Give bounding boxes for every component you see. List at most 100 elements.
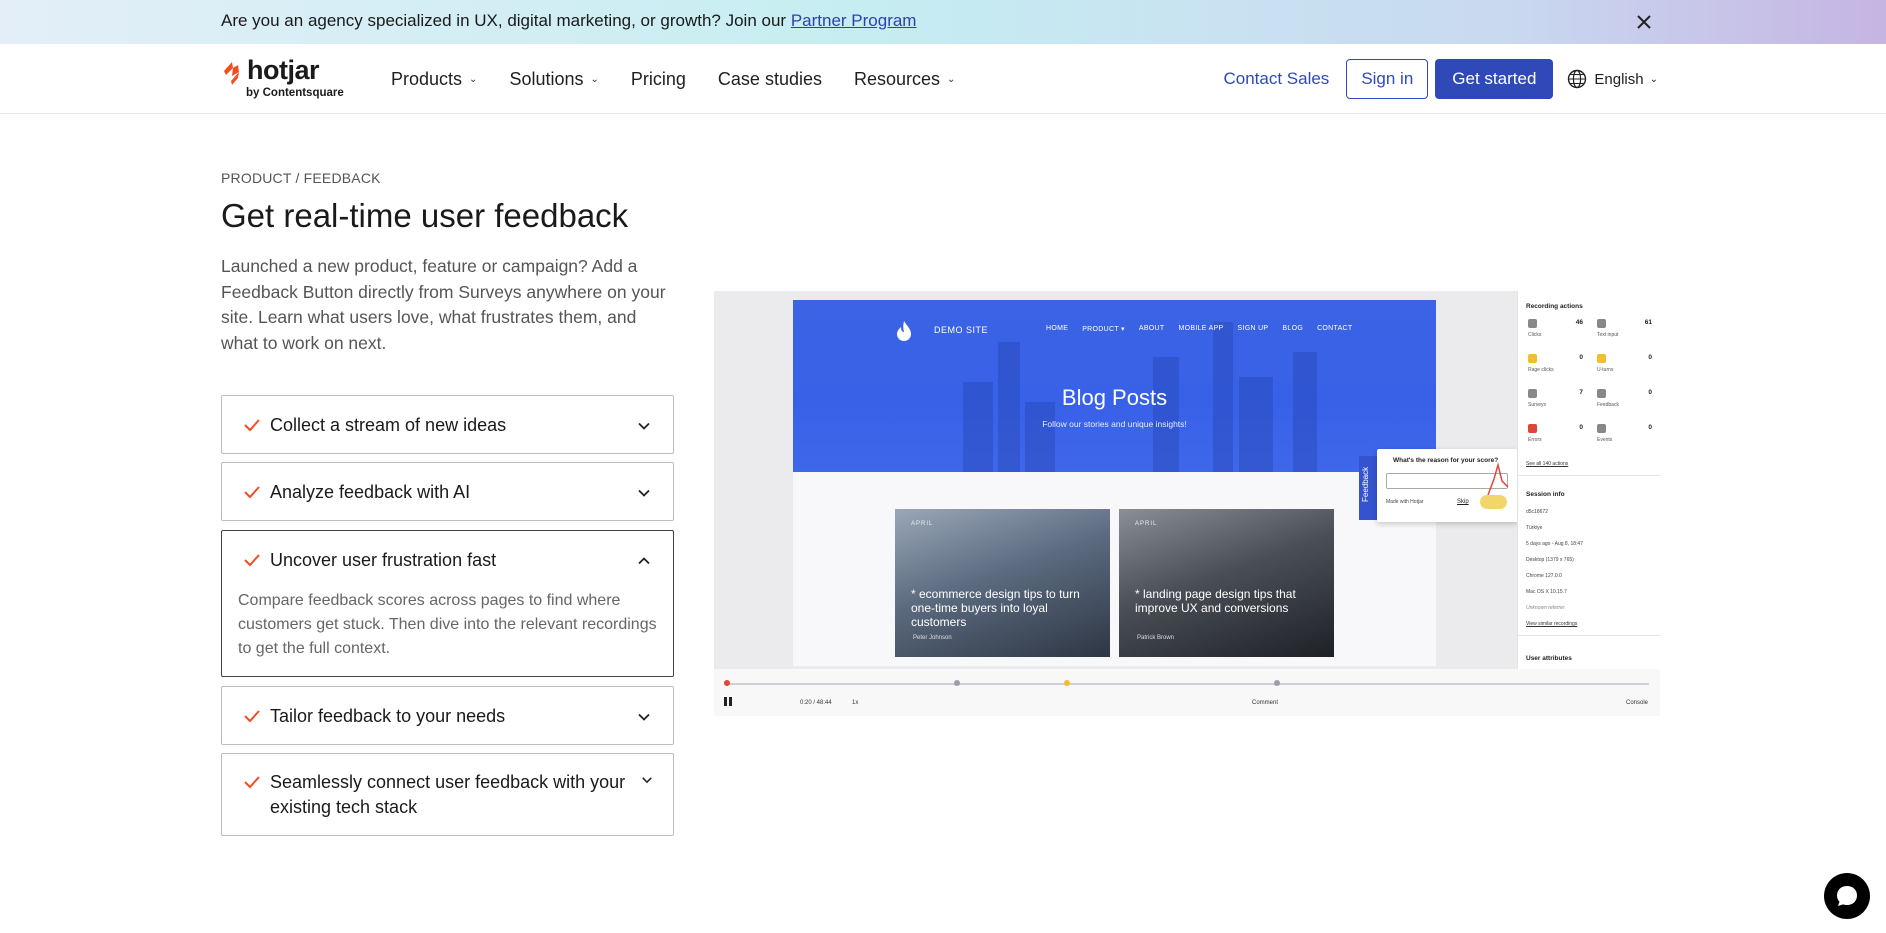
language-selector[interactable]: English ⌄ — [1567, 69, 1658, 89]
demo-nav-item: HOME — [1046, 325, 1069, 332]
banner-message: Are you an agency specialized in UX, dig… — [221, 11, 791, 30]
action-label: Rage clicks — [1528, 367, 1554, 373]
events-icon — [1597, 424, 1606, 433]
nav-resources-label: Resources — [853, 68, 941, 89]
nav-resources[interactable]: Resources ⌄ — [854, 69, 955, 90]
action-stat: 0 Feedback — [1595, 387, 1654, 413]
action-stat: 0 U-turns — [1595, 352, 1654, 378]
chevron-down-icon: ⌄ — [947, 73, 956, 85]
accordion-label: Tailor feedback to your needs — [270, 706, 506, 726]
session-id: d5c18672 — [1526, 509, 1548, 515]
action-label: U-turns — [1597, 367, 1614, 373]
check-icon — [244, 710, 260, 723]
divider — [1518, 635, 1660, 636]
chevron-down-icon — [638, 713, 650, 721]
city-skyline — [1293, 352, 1317, 472]
accordion-header[interactable]: Tailor feedback to your needs — [222, 687, 673, 729]
blog-card: APRIL * landing page design tips that im… — [1119, 509, 1334, 657]
page-title: Get real-time user feedback — [221, 197, 629, 234]
action-label: Errors — [1528, 437, 1542, 443]
action-label: Text input — [1597, 332, 1619, 338]
feedback-tab-label: Feedback — [1361, 466, 1370, 502]
action-value: 0 — [1579, 354, 1583, 361]
session-info-heading: Session info — [1526, 491, 1565, 498]
divider — [1518, 475, 1660, 476]
text-input-icon — [1597, 319, 1606, 328]
pause-icon — [724, 697, 732, 706]
chevron-down-icon: ⌄ — [469, 73, 478, 85]
accordion-item-uncover-frustration[interactable]: Uncover user frustration fast Compare fe… — [221, 530, 674, 677]
header-actions: Contact Sales Sign in Get started Englis… — [1223, 59, 1658, 99]
demo-site-nav: HOME PRODUCT ▾ ABOUT MOBILE APP SIGN UP … — [1046, 325, 1366, 333]
demo-nav-item: ABOUT — [1138, 325, 1165, 332]
chevron-down-icon — [638, 489, 650, 497]
check-icon — [244, 776, 260, 789]
chevron-down-icon: ⌄ — [1649, 73, 1658, 85]
accordion-label: Seamlessly connect user feedback with yo… — [270, 772, 626, 817]
timeline-marker — [1274, 680, 1280, 686]
accordion-header[interactable]: Analyze feedback with AI — [222, 463, 673, 505]
recording-side-panel: Recording actions 46 Clicks 61 Text input … — [1517, 291, 1660, 669]
accordion-item-analyze-ai[interactable]: Analyze feedback with AI — [221, 462, 674, 521]
language-label: English — [1594, 70, 1644, 88]
logo-wordmark: hotjar — [247, 55, 320, 85]
logo-byline: by Contentsquare — [246, 87, 344, 99]
user-attributes-heading: User attributes — [1526, 655, 1572, 662]
surveys-icon — [1528, 389, 1537, 398]
accordion-header[interactable]: Uncover user frustration fast — [222, 531, 673, 573]
hotjar-logo[interactable]: hotjar by Contentsquare — [221, 54, 356, 104]
nav-products[interactable]: Products ⌄ — [391, 69, 477, 90]
contact-sales-link[interactable]: Contact Sales — [1223, 69, 1329, 89]
nav-solutions[interactable]: Solutions ⌄ — [509, 69, 598, 90]
demo-nav-item: BLOG — [1282, 325, 1304, 332]
session-referrer: Unknown referrer — [1526, 605, 1565, 611]
action-label: Events — [1597, 437, 1613, 443]
accordion-item-connect-tech-stack[interactable]: Seamlessly connect user feedback with yo… — [221, 753, 674, 836]
banner-close-button[interactable] — [1632, 10, 1656, 34]
timeline-marker — [724, 680, 730, 686]
recording-actions-grid: 46 Clicks 61 Text input 0 Rage clicks 0 U-tu… — [1526, 317, 1654, 448]
chat-bubble-icon — [1837, 886, 1857, 906]
accordion-header[interactable]: Collect a stream of new ideas — [222, 396, 673, 438]
accordion-item-collect-ideas[interactable]: Collect a stream of new ideas — [221, 395, 674, 454]
u-turns-icon — [1597, 354, 1606, 363]
nav-pricing-label: Pricing — [630, 68, 686, 89]
action-value: 61 — [1644, 319, 1652, 326]
feedback-popup: What's the reason for your score? Made w… — [1377, 449, 1518, 522]
sign-in-button[interactable]: Sign in — [1346, 59, 1429, 99]
feedback-icon — [1597, 389, 1606, 398]
feedback-question: What's the reason for your score? — [1393, 457, 1499, 464]
player-timeline — [724, 680, 1649, 686]
nav-solutions-label: Solutions — [509, 68, 584, 89]
action-value: 0 — [1648, 389, 1652, 396]
action-value: 0 — [1648, 424, 1652, 431]
action-stat: 0 Events — [1595, 422, 1654, 448]
timeline-marker — [954, 680, 960, 686]
globe-icon — [1568, 69, 1587, 89]
action-stat: 0 Errors — [1526, 422, 1585, 448]
card-author: Peter Johnson — [913, 635, 952, 641]
partner-program-link[interactable]: Partner Program — [791, 11, 917, 30]
get-started-button[interactable]: Get started — [1435, 59, 1554, 99]
action-value: 46 — [1575, 319, 1583, 326]
action-value: 0 — [1579, 424, 1583, 431]
city-skyline — [1025, 402, 1055, 472]
card-date: APRIL — [911, 521, 934, 527]
accordion-header[interactable]: Seamlessly connect user feedback with yo… — [222, 754, 673, 820]
action-value: 0 — [1648, 354, 1652, 361]
accordion-item-tailor-feedback[interactable]: Tailor feedback to your needs — [221, 686, 674, 745]
chat-widget-button[interactable] — [1824, 873, 1870, 919]
accordion-body: Compare feedback scores across pages to … — [238, 592, 657, 657]
nav-case-studies[interactable]: Case studies — [718, 69, 822, 90]
feedback-send — [1480, 495, 1507, 509]
clicks-icon — [1528, 319, 1537, 328]
feedback-skip: Skip — [1457, 499, 1469, 505]
action-value: 7 — [1579, 389, 1583, 396]
page-description: Launched a new product, feature or campa… — [221, 256, 666, 353]
accordion-label: Collect a stream of new ideas — [270, 415, 507, 435]
nav-pricing[interactable]: Pricing — [631, 69, 686, 90]
hotjar-flame-icon — [224, 62, 239, 85]
recording-viewport: DEMO SITE HOME PRODUCT ▾ ABOUT MOBILE AP… — [714, 291, 1518, 669]
breadcrumb: PRODUCT / FEEDBACK — [221, 170, 381, 186]
recording-player: 0:20 / 48:44 1x Comment Console — [714, 669, 1660, 716]
